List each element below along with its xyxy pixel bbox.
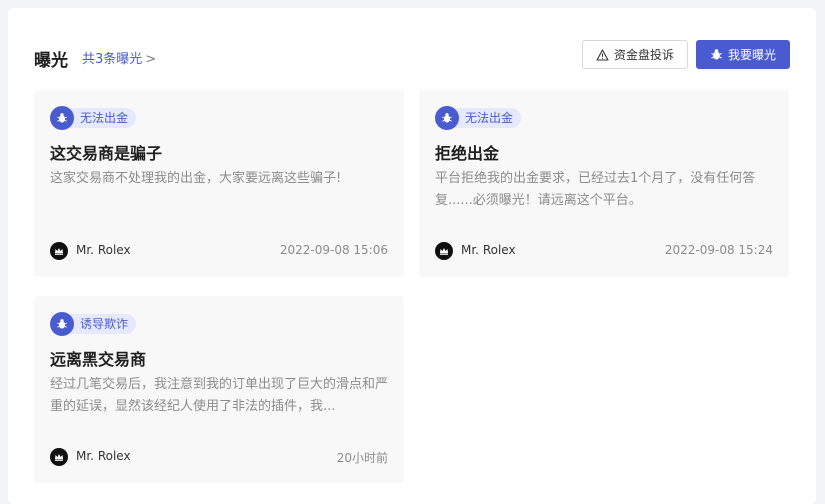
card-title: 这交易商是骗子: [50, 144, 163, 163]
card-title: 远离黑交易商: [50, 350, 147, 369]
category-tag-label: 无法出金: [455, 108, 522, 128]
avatar: [50, 448, 68, 466]
card-footer: Mr. Rolex 20小时前: [50, 448, 388, 466]
bug-icon: [50, 312, 74, 336]
avatar: [435, 242, 453, 260]
timestamp: 20小时前: [336, 451, 388, 465]
username: Mr. Rolex: [461, 243, 516, 257]
card-description: 经过几笔交易后，我注意到我的订单出现了巨大的滑点和严重的延误，显然该经纪人使用了…: [50, 377, 389, 414]
exposure-panel: 曝光 共3条曝光 > 资金盘投诉 我要曝光 无法出金 这交易商是骗子 这家交易商…: [8, 8, 816, 504]
exposure-count-link[interactable]: 共3条曝光 >: [82, 48, 156, 67]
expose-button[interactable]: 我要曝光: [696, 40, 790, 69]
card-footer: Mr. Rolex 2022-09-08 15:24: [435, 242, 773, 260]
avatar: [50, 242, 68, 260]
warning-icon: [596, 48, 609, 61]
username: Mr. Rolex: [76, 449, 131, 463]
category-tag: 无法出金: [50, 106, 137, 130]
bug-icon: [435, 106, 459, 130]
complaint-button[interactable]: 资金盘投诉: [582, 40, 688, 69]
timestamp: 2022-09-08 15:24: [664, 243, 773, 257]
panel-header: 曝光 共3条曝光 > 资金盘投诉 我要曝光: [34, 40, 790, 72]
category-tag: 诱导欺诈: [50, 312, 137, 336]
category-tag-label: 诱导欺诈: [70, 314, 137, 334]
card-description: 平台拒绝我的出金要求，已经过去1个月了，没有任何答复......必须曝光！请远离…: [435, 171, 756, 208]
exposure-card[interactable]: 无法出金 拒绝出金 平台拒绝我的出金要求，已经过去1个月了，没有任何答复....…: [419, 90, 789, 277]
card-description: 这家交易商不处理我的出金，大家要远离这些骗子!: [50, 171, 342, 186]
category-tag-label: 无法出金: [70, 108, 137, 128]
card-title: 拒绝出金: [435, 144, 500, 163]
page-title: 曝光: [34, 51, 68, 71]
complaint-button-label: 资金盘投诉: [613, 48, 674, 62]
exposure-card[interactable]: 无法出金 这交易商是骗子 这家交易商不处理我的出金，大家要远离这些骗子! Mr.…: [34, 90, 404, 277]
username: Mr. Rolex: [76, 243, 131, 257]
expose-button-label: 我要曝光: [727, 48, 776, 62]
bug-icon: [711, 49, 722, 60]
chevron-right-icon: >: [145, 52, 157, 67]
card-footer: Mr. Rolex 2022-09-08 15:06: [50, 242, 388, 260]
timestamp: 2022-09-08 15:06: [279, 243, 388, 257]
bug-icon: [50, 106, 74, 130]
exposure-card[interactable]: 诱导欺诈 远离黑交易商 经过几笔交易后，我注意到我的订单出现了巨大的滑点和严重的…: [34, 296, 404, 483]
category-tag: 无法出金: [435, 106, 522, 130]
exposure-count-label: 共3条曝光: [82, 52, 143, 67]
